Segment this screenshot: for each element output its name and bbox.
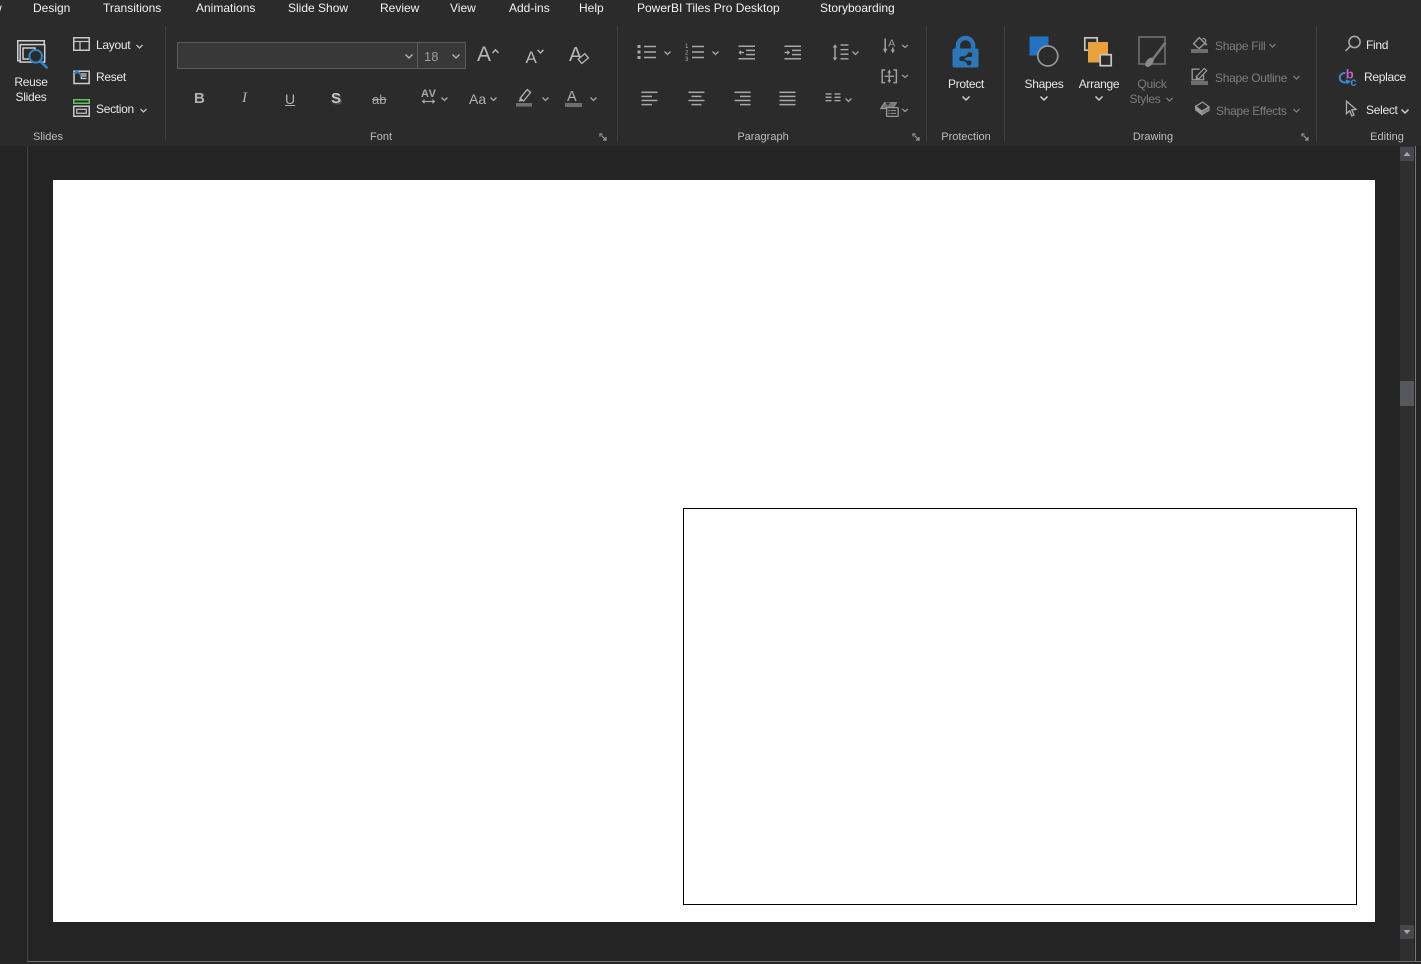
svg-text:A: A bbox=[888, 37, 895, 49]
svg-text:c: c bbox=[1350, 77, 1357, 87]
svg-text:3: 3 bbox=[685, 56, 689, 62]
